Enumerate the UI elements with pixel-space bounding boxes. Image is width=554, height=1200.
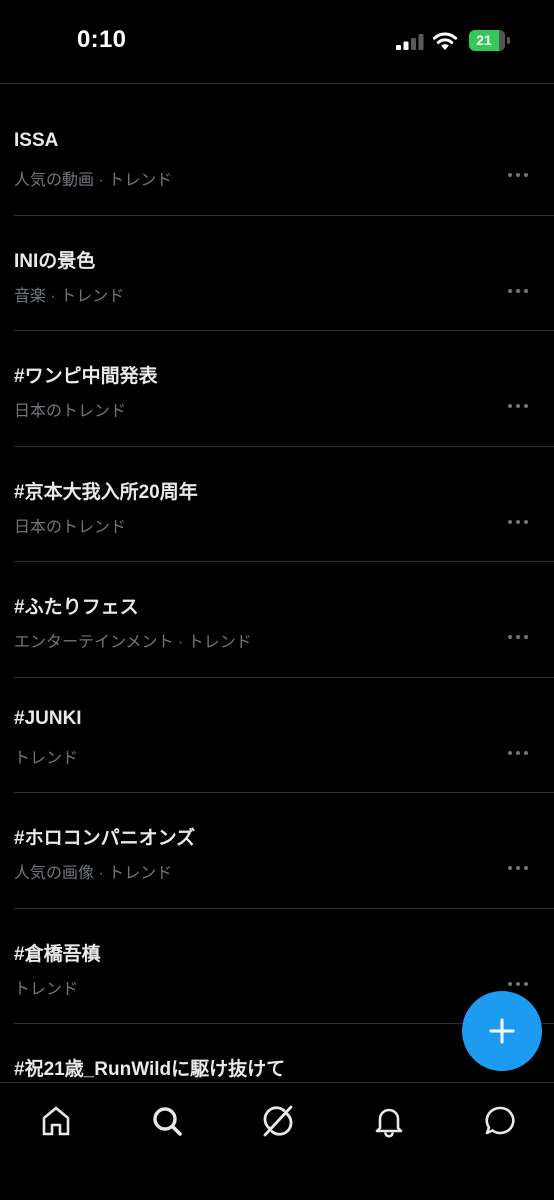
trend-meta: 日本のトレンド <box>14 518 127 536</box>
trend-title: #ホロコンパニオンズ <box>14 828 196 849</box>
trend-title: #ワンピ中間発表 <box>14 366 158 387</box>
nav-search[interactable] <box>147 1101 187 1141</box>
trend-item[interactable]: #京本大我入所20周年 日本のトレンド <box>0 447 554 562</box>
compose-button[interactable] <box>462 991 542 1071</box>
trend-meta: 音楽 · トレンド <box>14 287 125 305</box>
trend-title: ISSA <box>14 130 59 151</box>
nav-home[interactable] <box>36 1101 76 1141</box>
more-dots-icon[interactable] <box>508 865 528 871</box>
trend-list: ISSA 人気の動画 · トレンド INIの景色 音楽 · トレンド #ワンピ中… <box>0 100 554 1140</box>
trend-item[interactable]: #ふたりフェス エンターテインメント · トレンド <box>0 562 554 678</box>
status-time: 0:10 <box>77 26 127 53</box>
trend-meta: トレンド <box>14 749 79 767</box>
wifi-icon <box>432 32 458 50</box>
nav-messages[interactable] <box>480 1101 520 1141</box>
plus-icon <box>489 1018 515 1044</box>
trend-item[interactable]: #JUNKI トレンド <box>0 678 554 793</box>
nav-grok[interactable] <box>258 1101 298 1141</box>
trend-title: INIの景色 <box>14 250 96 272</box>
messages-icon <box>485 1106 515 1135</box>
trend-item[interactable]: INIの景色 音楽 · トレンド <box>0 216 554 331</box>
search-icon <box>153 1107 182 1136</box>
header-divider <box>0 83 554 84</box>
trend-meta: 人気の動画 · トレンド <box>14 172 173 189</box>
battery-cap <box>507 37 510 44</box>
trend-title: #JUNKI <box>14 707 82 729</box>
battery-level: 21 <box>476 32 492 48</box>
trend-title: #ふたりフェス <box>14 597 139 618</box>
trend-meta: トレンド <box>14 980 79 998</box>
signal-icon <box>396 34 424 50</box>
more-dots-icon[interactable] <box>508 750 528 756</box>
nav-notifications[interactable] <box>369 1101 409 1141</box>
more-dots-icon[interactable] <box>508 519 528 525</box>
trend-meta: エンターテインメント · トレンド <box>14 634 252 651</box>
more-dots-icon[interactable] <box>508 981 528 987</box>
trend-item[interactable]: #ワンピ中間発表 日本のトレンド <box>0 331 554 447</box>
more-dots-icon[interactable] <box>508 403 528 409</box>
more-dots-icon[interactable] <box>508 288 528 294</box>
grok-icon <box>263 1105 293 1137</box>
home-icon <box>42 1106 70 1136</box>
trend-title: #倉橋吾槙 <box>14 943 101 965</box>
trend-meta: 日本のトレンド <box>14 403 127 420</box>
status-bar: 0:10 21 <box>0 0 554 84</box>
more-dots-icon[interactable] <box>508 634 528 640</box>
bottom-nav <box>0 1082 554 1200</box>
explore-screen: 0:10 21 ISSA 人気の動画 · トレンド INIの景色 音楽 · トレ… <box>0 0 554 1200</box>
trend-item[interactable]: ISSA 人気の動画 · トレンド <box>0 100 554 216</box>
more-dots-icon[interactable] <box>508 172 528 178</box>
trend-item[interactable]: #ホロコンパニオンズ 人気の画像 · トレンド <box>0 793 554 909</box>
trend-meta: 人気の画像 · トレンド <box>14 865 173 882</box>
bell-icon <box>375 1108 403 1138</box>
battery-icon: 21 <box>469 30 505 51</box>
trend-title: #京本大我入所20周年 <box>14 481 198 503</box>
trend-title: #祝21歳_RunWildに駆け抜けて <box>14 1059 286 1080</box>
